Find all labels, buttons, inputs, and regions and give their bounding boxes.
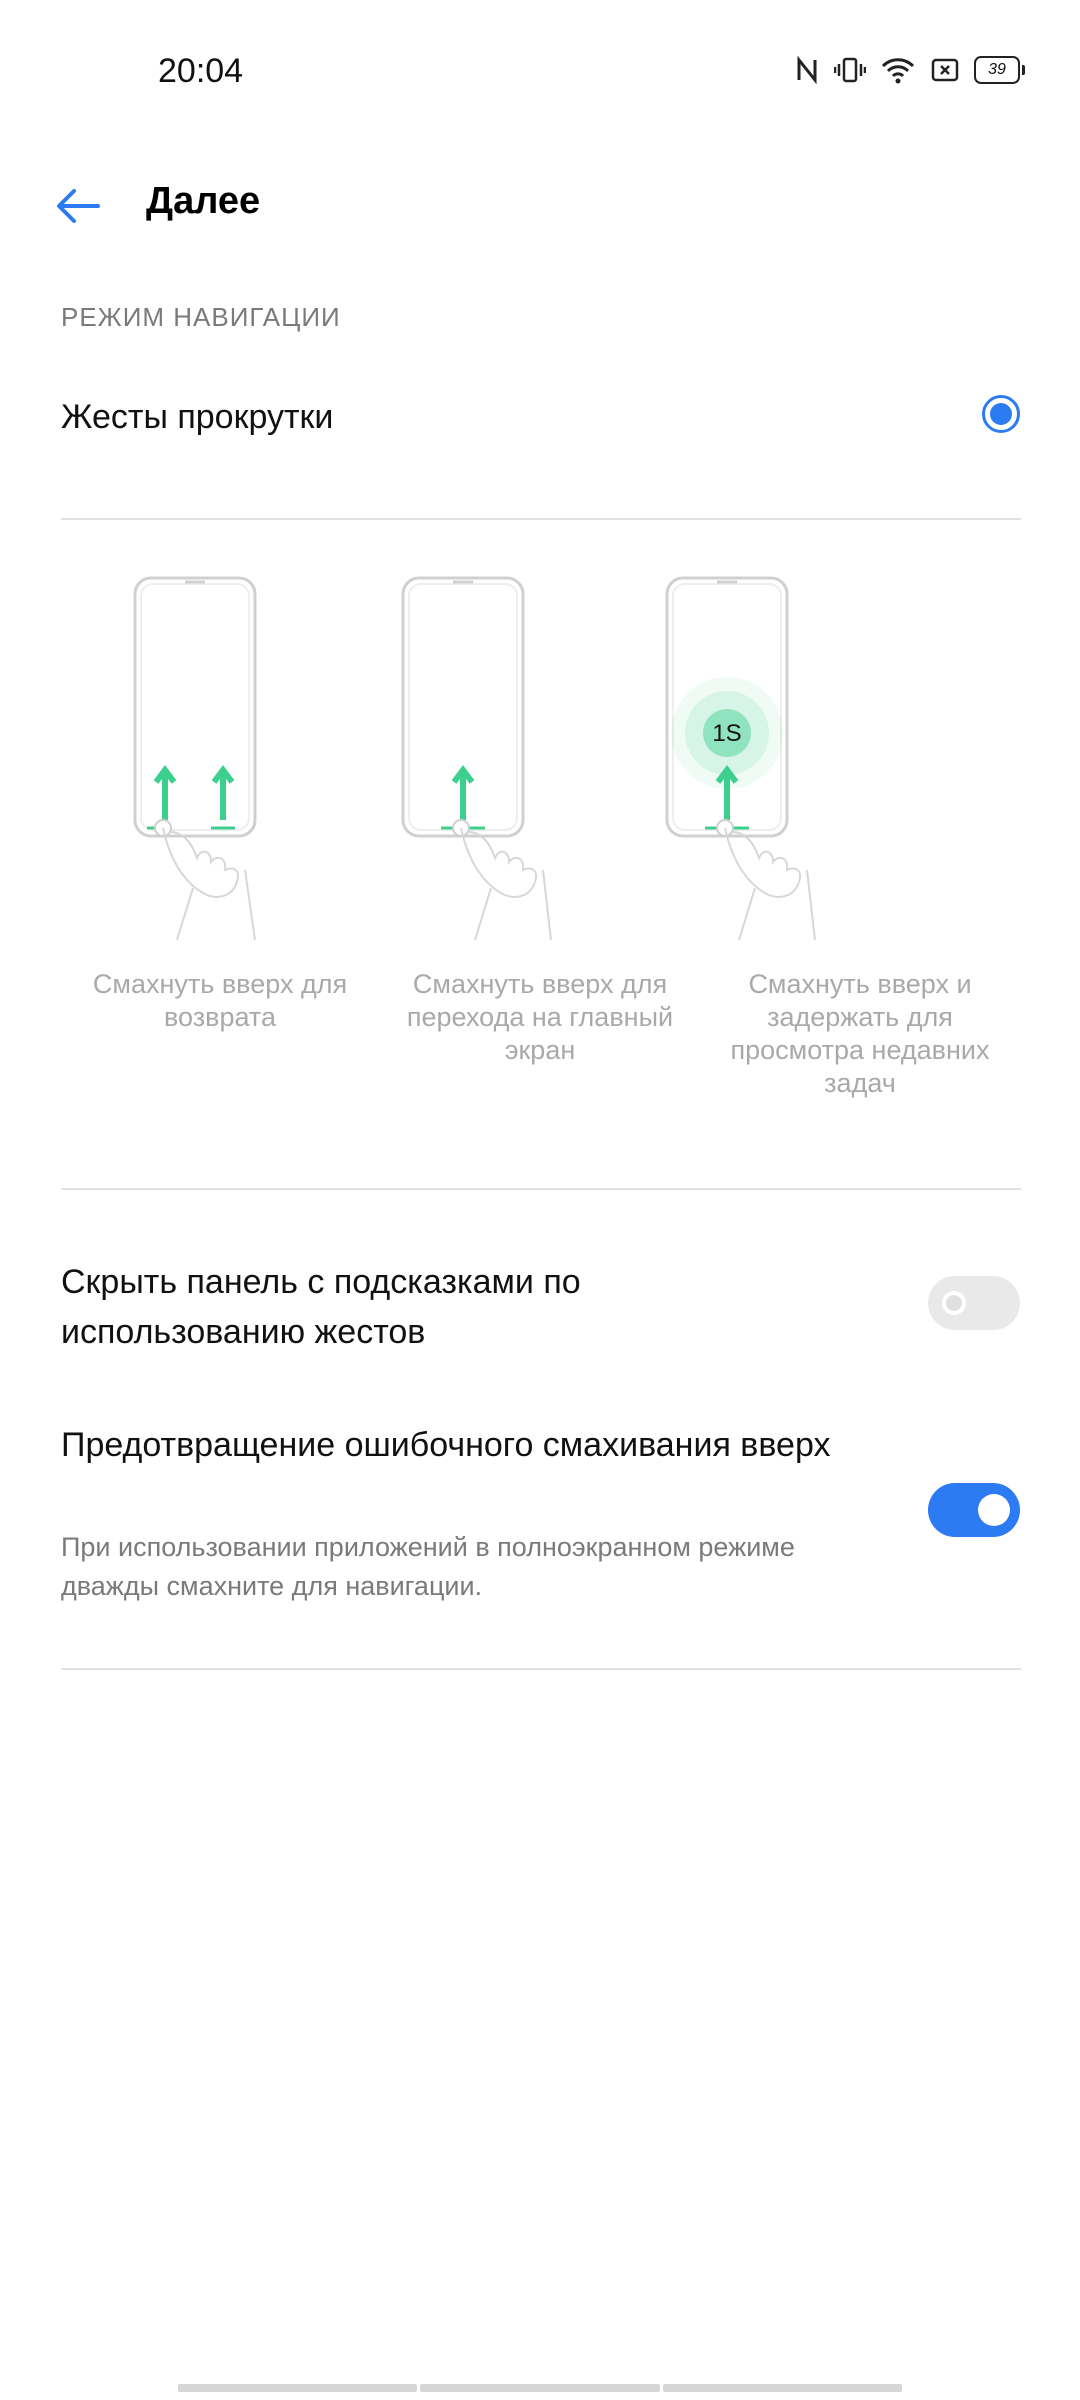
setting-title: Скрыть панель с подсказками по использов…	[61, 1263, 581, 1351]
gesture-recents-illustration	[665, 576, 816, 941]
section-header: РЕЖИМ НАВИГАЦИИ	[61, 302, 341, 332]
battery-level: 39	[974, 56, 1025, 84]
page-title: Далее	[146, 180, 261, 222]
wifi-icon	[880, 56, 916, 84]
gesture-hint-bar	[178, 2384, 902, 2392]
setting-title: Предотвращение ошибочного смахивания вве…	[61, 1426, 831, 1464]
caption-home: Смахнуть вверх для перехода на главный э…	[406, 969, 674, 1065]
toggle-knob	[978, 1494, 1010, 1526]
radio-button[interactable]	[982, 395, 1020, 433]
app-bar: Далее	[0, 160, 1080, 250]
sim-icon	[930, 56, 960, 84]
back-button[interactable]	[50, 176, 110, 236]
prevent-mis-swipe-toggle[interactable]	[928, 1483, 1020, 1537]
battery-icon: 39	[974, 56, 1025, 84]
vibrate-icon	[834, 56, 866, 84]
setting-hide-hint-bar[interactable]: Скрыть панель с подсказками по использов…	[0, 1255, 1080, 1365]
toggle-knob	[942, 1291, 966, 1315]
divider	[61, 518, 1021, 520]
status-icons: 39	[794, 50, 1025, 90]
caption-recents: Смахнуть вверх и задержать для просмотра…	[730, 969, 990, 1098]
option-swipe-gestures[interactable]: Жесты прокрутки	[0, 370, 1080, 470]
status-bar: 20:04 39	[0, 0, 1080, 140]
arrow-left-icon	[57, 189, 100, 223]
gesture-back-illustration	[133, 576, 257, 941]
hide-hint-bar-toggle[interactable]	[928, 1276, 1020, 1330]
gesture-home-illustration	[401, 576, 552, 941]
hold-badge: 1S	[712, 720, 742, 747]
divider	[61, 1188, 1021, 1190]
divider	[61, 1668, 1021, 1670]
setting-subtitle: При использовании приложений в полноэкра…	[61, 1532, 795, 1601]
setting-prevent-mis-swipe[interactable]: Предотвращение ошибочного смахивания вве…	[0, 1418, 1080, 1608]
gesture-illustrations: 1S Смахнуть вверх для возврата Смахнуть …	[0, 570, 1080, 1098]
caption-back: Смахнуть вверх для возврата	[92, 969, 348, 1032]
radio-dot	[990, 403, 1012, 425]
status-time: 20:04	[158, 52, 244, 90]
nfc-icon	[794, 56, 820, 84]
option-label: Жесты прокрутки	[61, 398, 334, 436]
